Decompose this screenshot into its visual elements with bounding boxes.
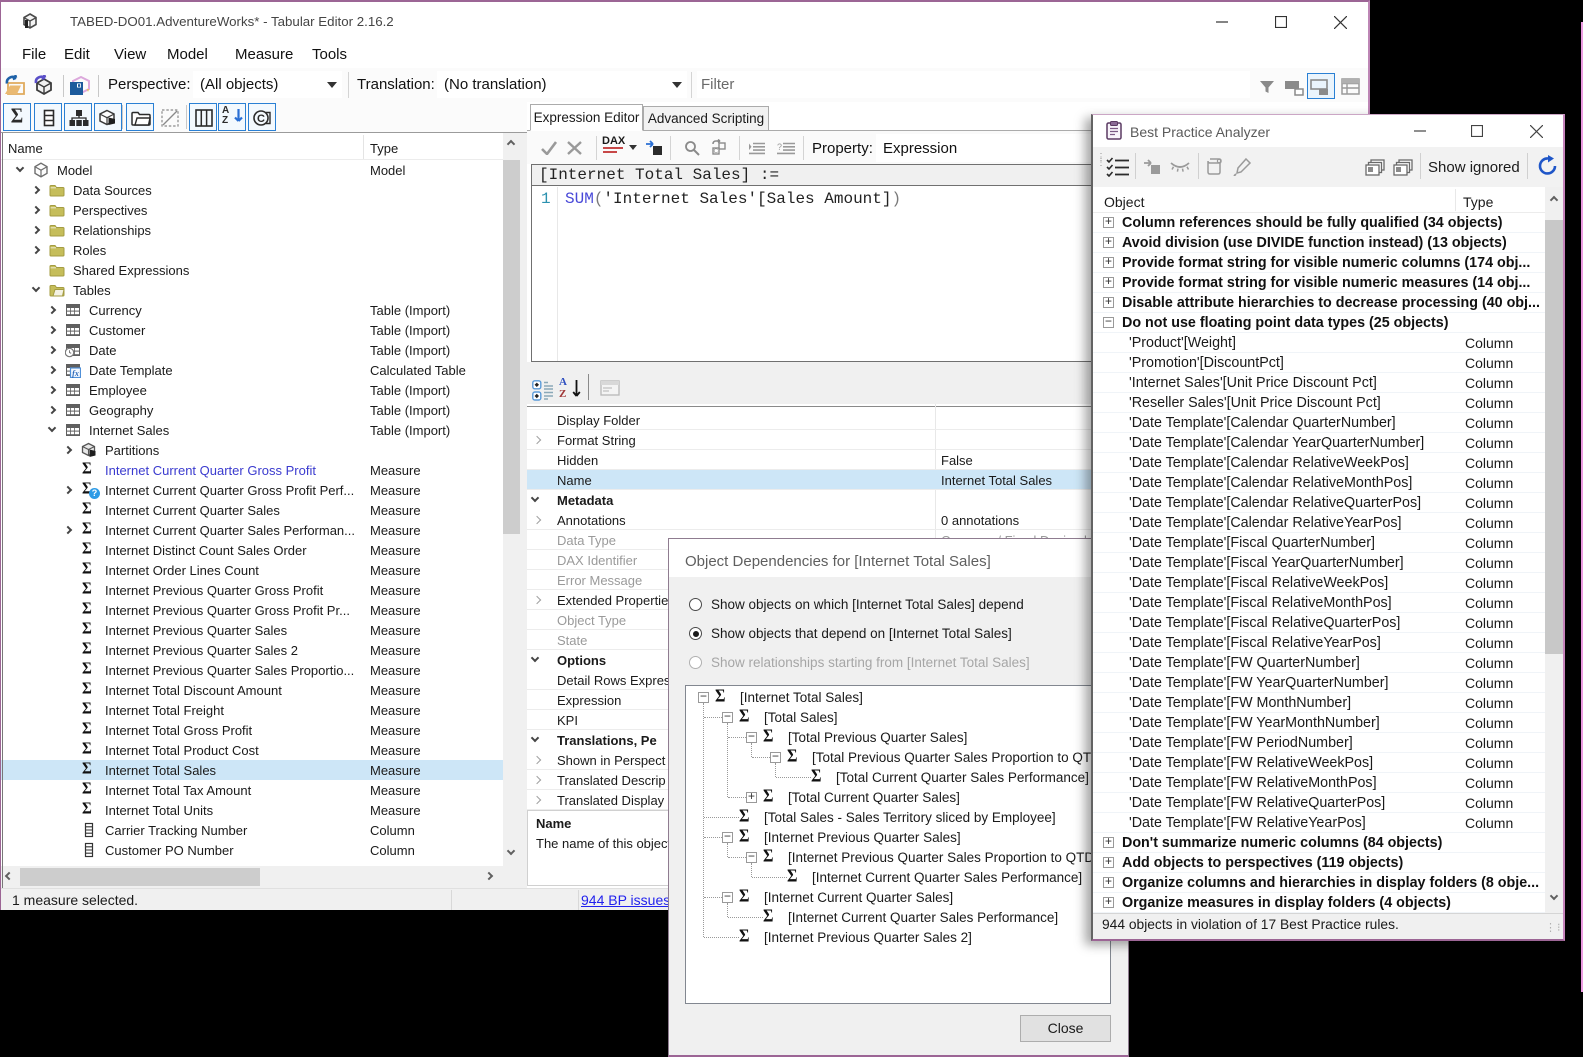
svg-text:?: ? — [777, 142, 782, 152]
svg-text:fx: fx — [72, 369, 79, 378]
svg-text:C: C — [257, 113, 265, 125]
svg-text:C: C — [713, 148, 718, 155]
